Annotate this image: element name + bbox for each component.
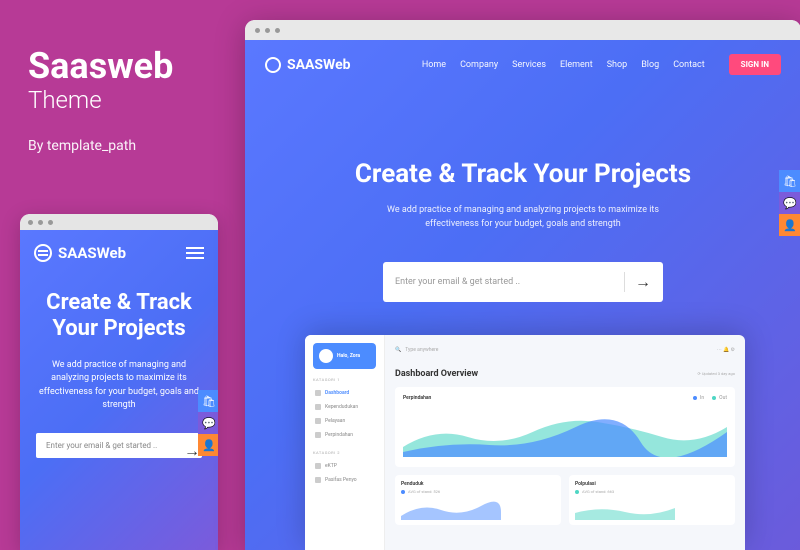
nav-shop[interactable]: Shop xyxy=(607,60,628,70)
window-chrome xyxy=(245,20,800,40)
grid-icon xyxy=(315,390,321,396)
brand-logo[interactable]: SAASWeb xyxy=(34,244,126,262)
brand-logo[interactable]: SAASWeb xyxy=(265,57,351,73)
small-chart-polpulasi: Polpulasi AVG of stand: 663 xyxy=(569,475,735,525)
sidebar-item[interactable]: Kependudukan xyxy=(313,400,376,414)
dot-icon xyxy=(315,404,321,410)
dashboard-preview: Halo, Zora KATAGORI 1 Dashboard Kependud… xyxy=(305,335,745,550)
top-icons[interactable]: ⋯ 🔔 ⚙ xyxy=(717,347,735,353)
menu-icon[interactable] xyxy=(186,247,204,259)
updated-label: ⟳ Updated 3 day ago xyxy=(697,371,735,376)
nav-services[interactable]: Services xyxy=(512,60,546,70)
dashboard-title: Dashboard Overview xyxy=(395,369,735,379)
email-input[interactable]: Enter your email & get started .. → xyxy=(383,262,663,302)
legend-item: Out xyxy=(712,395,727,401)
desktop-mockup: SAASWeb Home Company Services Element Sh… xyxy=(245,20,800,550)
user-tab[interactable]: 👤 xyxy=(779,214,800,236)
brand-name: SAASWeb xyxy=(58,244,126,262)
bag-icon: 🛍 xyxy=(783,175,797,188)
hero-title: Create & Track Your Projects xyxy=(30,290,208,343)
nav-contact[interactable]: Contact xyxy=(673,60,704,70)
main-chart: Perpindahan In Out xyxy=(395,387,735,467)
user-badge[interactable]: Halo, Zora xyxy=(313,343,376,369)
chart-title: Penduduk xyxy=(401,481,555,487)
user-icon: 👤 xyxy=(783,219,797,232)
chat-tab[interactable]: 💬 xyxy=(198,412,218,434)
logo-icon xyxy=(265,57,281,73)
brand-name: SAASWeb xyxy=(287,57,351,73)
hero-desc: We add practice of managing and analyzin… xyxy=(363,203,683,232)
mobile-mockup: SAASWeb Create & Track Your Projects We … xyxy=(20,214,218,550)
search-input[interactable]: 🔍 Type anywhere xyxy=(395,347,438,353)
window-chrome xyxy=(20,214,218,230)
theme-byline: By template_path xyxy=(28,138,228,154)
user-tab[interactable]: 👤 xyxy=(198,434,218,456)
signin-button[interactable]: SIGN IN xyxy=(729,54,781,75)
email-placeholder: Enter your email & get started .. xyxy=(395,277,520,287)
theme-title: Saasweb xyxy=(28,48,228,84)
bag-icon: 🛍 xyxy=(202,395,216,408)
chat-tab[interactable]: 💬 xyxy=(779,192,800,214)
cart-tab[interactable]: 🛍 xyxy=(198,390,218,412)
user-greeting: Halo, Zora xyxy=(337,353,360,359)
submit-arrow-icon[interactable]: → xyxy=(184,441,192,449)
chart-title: Polpulasi xyxy=(575,481,729,487)
sidebar-item-dashboard[interactable]: Dashboard xyxy=(313,386,376,400)
avatar xyxy=(319,349,333,363)
cart-tab[interactable]: 🛍 xyxy=(779,170,800,192)
theme-subtitle: Theme xyxy=(28,86,228,114)
search-icon: 🔍 xyxy=(395,347,401,353)
submit-arrow-icon[interactable]: → xyxy=(624,272,651,292)
small-chart-penduduk: Penduduk AVG of stand: 526 xyxy=(395,475,561,525)
user-icon: 👤 xyxy=(202,439,216,452)
nav-blog[interactable]: Blog xyxy=(641,60,659,70)
dot-icon xyxy=(315,418,321,424)
dot-icon xyxy=(315,432,321,438)
sidebar-item[interactable]: Pasifas Penyo xyxy=(313,473,376,487)
sidebar-section: KATAGORI 2 xyxy=(313,450,376,455)
legend-item: In xyxy=(693,395,704,401)
dot-icon xyxy=(315,477,321,483)
chat-icon: 💬 xyxy=(783,197,797,210)
hero-desc: We add practice of managing and analyzin… xyxy=(30,359,208,413)
email-placeholder: Enter your email & get started .. xyxy=(46,441,157,450)
logo-icon xyxy=(34,244,52,262)
chat-icon: 💬 xyxy=(202,417,216,430)
nav-company[interactable]: Company xyxy=(460,60,498,70)
sidebar-item[interactable]: eKTP xyxy=(313,459,376,473)
sidebar-item[interactable]: Perpindahan xyxy=(313,428,376,442)
email-input[interactable]: Enter your email & get started .. → xyxy=(36,433,202,458)
nav-home[interactable]: Home xyxy=(422,60,446,70)
nav-element[interactable]: Element xyxy=(560,60,593,70)
hero-title: Create & Track Your Projects xyxy=(285,159,761,189)
chart-title: Perpindahan xyxy=(403,395,431,401)
dot-icon xyxy=(315,463,321,469)
sidebar-item[interactable]: Pelayaan xyxy=(313,414,376,428)
sidebar-section: KATAGORI 1 xyxy=(313,377,376,382)
